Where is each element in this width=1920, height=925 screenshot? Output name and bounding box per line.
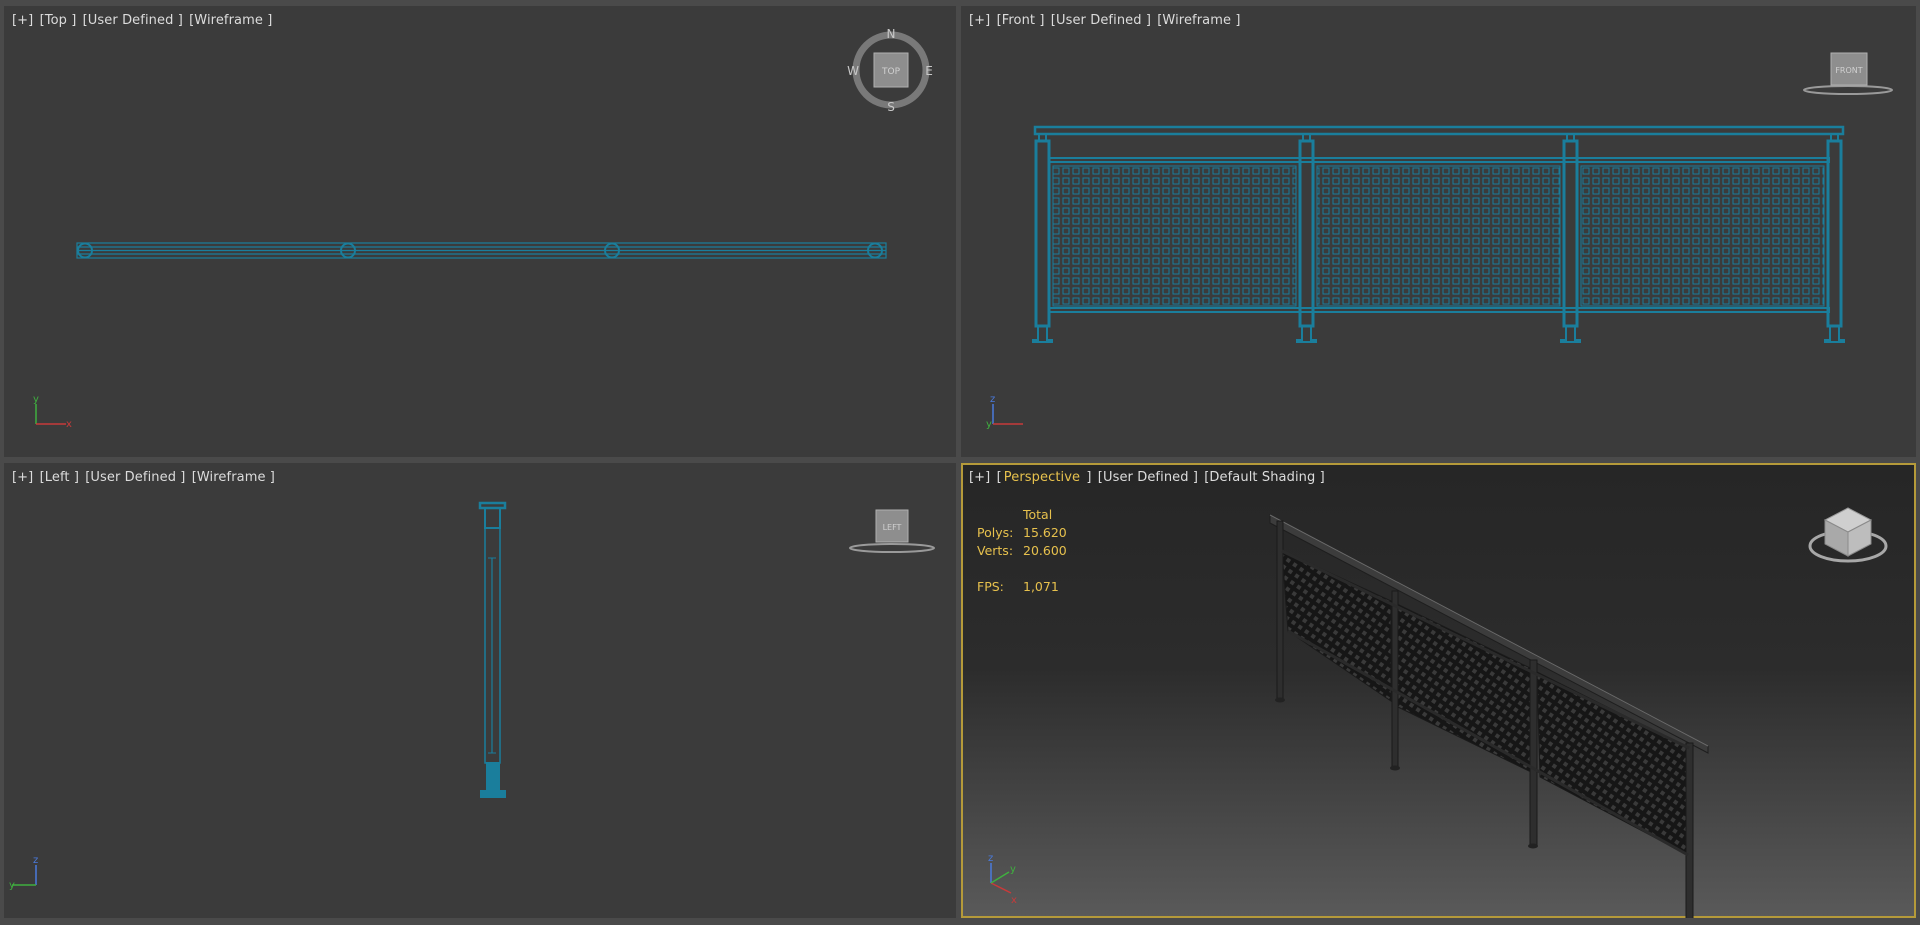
front-scene: FRONT z y bbox=[986, 52, 1893, 430]
svg-text:y: y bbox=[9, 880, 15, 891]
viewport-front[interactable]: [+] [Front ] [User Defined ] [Wireframe … bbox=[961, 6, 1916, 457]
viewcube-front-face: FRONT bbox=[1835, 66, 1862, 75]
mesh-panels bbox=[1052, 165, 1825, 307]
compass-n: N bbox=[887, 27, 896, 41]
axis-tripod: z y bbox=[986, 394, 1023, 430]
viewcube-3d[interactable] bbox=[1808, 507, 1888, 563]
svg-text:z: z bbox=[33, 855, 38, 866]
viewcube[interactable]: LEFT bbox=[849, 509, 935, 553]
axis-tripod: y x bbox=[33, 394, 72, 430]
svg-text:y: y bbox=[1010, 864, 1016, 875]
top-scene: TOP N S E W y x bbox=[33, 27, 933, 430]
railing-left-wireframe[interactable] bbox=[478, 501, 507, 798]
railing-top-wireframe[interactable] bbox=[76, 242, 887, 259]
viewport-top[interactable]: [+] [Top ] [User Defined ] [Wireframe ] … bbox=[4, 6, 956, 457]
railing-perspective[interactable] bbox=[1269, 514, 1709, 918]
viewport-left[interactable]: [+] [Left ] [User Defined ] [Wireframe ]… bbox=[4, 463, 956, 918]
svg-text:z: z bbox=[988, 853, 993, 864]
svg-text:x: x bbox=[66, 419, 72, 430]
axis-tripod: z y bbox=[9, 855, 38, 891]
viewcube-compass[interactable]: TOP N S E W bbox=[847, 27, 933, 114]
viewcube-left-face: LEFT bbox=[883, 523, 902, 532]
compass-e: E bbox=[925, 64, 933, 78]
svg-text:y: y bbox=[986, 419, 992, 430]
axis-tripod: z x y bbox=[988, 853, 1017, 906]
svg-text:x: x bbox=[1011, 895, 1017, 906]
viewcube[interactable]: FRONT bbox=[1803, 52, 1893, 95]
compass-w: W bbox=[847, 64, 859, 78]
svg-text:y: y bbox=[33, 394, 39, 405]
svg-text:z: z bbox=[990, 394, 995, 405]
left-scene: LEFT z y bbox=[9, 501, 935, 891]
perspective-scene: z x y bbox=[988, 507, 1888, 918]
viewport-perspective[interactable]: [+] [Perspective ] [User Defined ] [Defa… bbox=[961, 463, 1916, 918]
compass-s: S bbox=[887, 100, 895, 114]
viewcube-top-face: TOP bbox=[881, 67, 901, 77]
